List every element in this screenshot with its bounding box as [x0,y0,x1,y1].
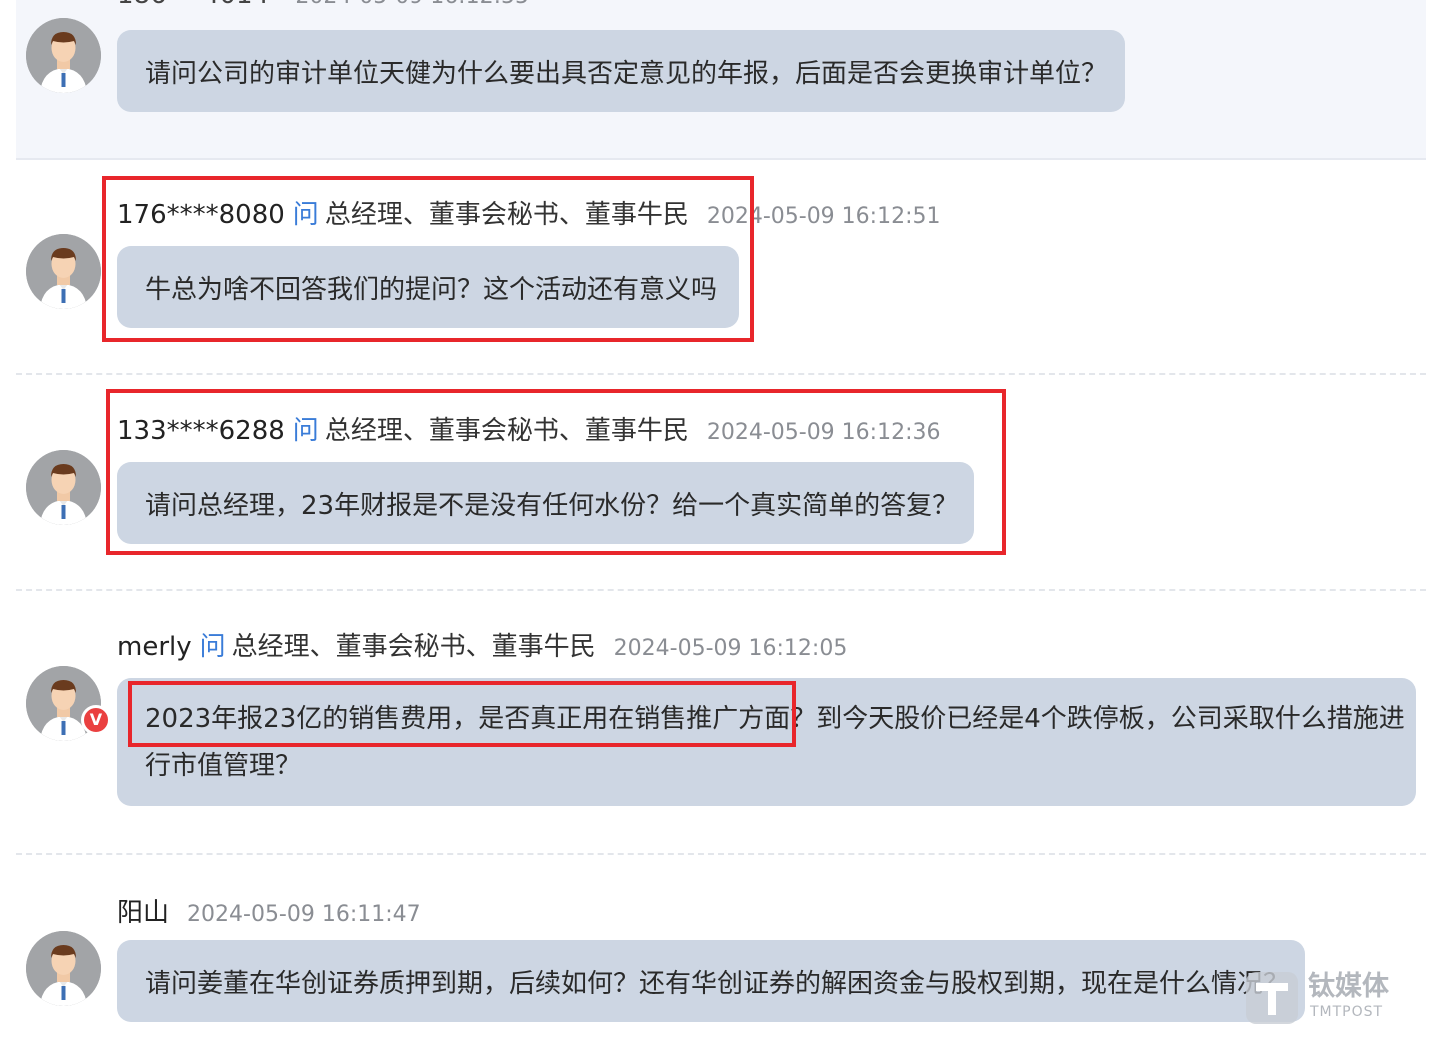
ask-label: 问 [199,632,226,662]
question-bubble: 请问姜董在华创证券质押到期，后续如何？还有华创证券的解困资金与股权到期，现在是什… [117,940,1305,1022]
qa-feed: 186 4014 2024-05-09 16:12:55 请问公司的审计单位天健… [0,0,1440,1050]
user-id-fragment: 4014 [203,0,269,10]
username[interactable]: merly [117,632,192,662]
avatar[interactable] [26,450,101,525]
question-bubble: 请问公司的审计单位天健为什么要出具否定意见的年报，后面是否会更换审计单位？ [117,30,1125,112]
user-avatar-icon [26,234,101,309]
highlight-box [106,389,1006,555]
avatar[interactable] [26,234,101,309]
question-text: 请问姜董在华创证券质押到期，后续如何？还有华创证券的解困资金与股权到期，现在是什… [145,968,1290,999]
question-text: 请问公司的审计单位天健为什么要出具否定意见的年报，后面是否会更换审计单位？ [145,58,1108,89]
question-item-1: 186 4014 2024-05-09 16:12:55 请问公司的审计单位天健… [16,0,1426,160]
question-meta: merly 问总经理、董事会秘书、董事牛民 2024-05-09 16:12:05 [117,630,847,666]
question-item-5: 阳山 2024-05-09 16:11:47 请问姜董在华创证券质押到期，后续如何… [16,856,1426,1050]
highlight-box [128,681,796,747]
watermark-brand-cn: 钛媒体 [1308,971,1389,1002]
avatar[interactable] [26,931,101,1006]
avatar[interactable] [26,18,101,93]
tmtpost-logo-icon [1246,972,1298,1024]
user-avatar-icon [26,450,101,525]
question-meta: 186 4014 2024-05-09 16:12:55 [117,0,529,14]
verified-badge-icon: V [81,705,111,735]
username[interactable]: 阳山 [117,898,169,928]
timestamp: 2024-05-09 16:12:05 [613,636,848,661]
divider [16,589,1426,591]
question-meta: 阳山 2024-05-09 16:11:47 [117,896,421,932]
user-avatar-icon [26,18,101,93]
timestamp: 2024-05-09 16:11:47 [187,902,421,927]
question-targets: 总经理、董事会秘书、董事牛民 [231,632,596,662]
watermark-brand-en: TMTPOST [1310,1004,1384,1020]
divider [16,373,1426,375]
user-avatar-icon [26,931,101,1006]
divider [16,853,1426,855]
highlight-box [102,176,754,342]
question-text-line-2: 行市值管理？ [145,751,302,781]
watermark: 钛媒体 TMTPOST [1246,970,1396,1026]
timestamp: 2024-05-09 16:12:55 [295,0,529,9]
username[interactable]: 186 [117,0,167,10]
